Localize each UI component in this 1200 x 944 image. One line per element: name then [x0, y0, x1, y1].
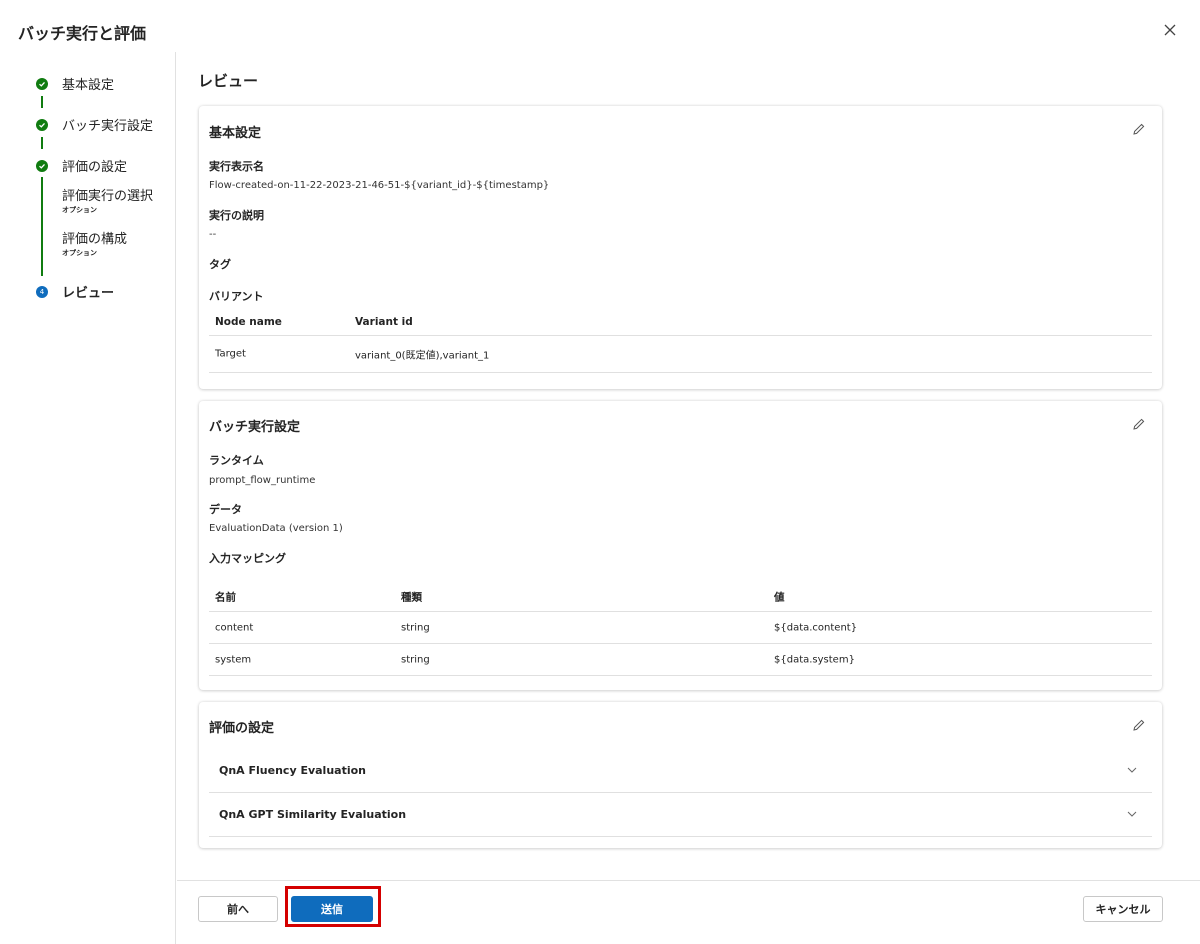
column-header: 種類	[401, 591, 422, 603]
step-label: レビュー	[62, 286, 115, 301]
eval-settings-card: 評価の設定 QnA Fluency Evaluation QnA GPT Sim…	[199, 702, 1162, 848]
basic-settings-card: 基本設定 実行表示名 Flow-created-on-11-22-2023-21…	[199, 106, 1162, 389]
page-title: レビュー	[198, 72, 259, 90]
cancel-button[interactable]: キャンセル	[1083, 896, 1163, 922]
step-review[interactable]: 4 レビュー	[36, 282, 114, 301]
back-button[interactable]: 前へ	[198, 896, 278, 922]
field-label: 実行表示名	[209, 160, 264, 173]
step-connector	[41, 177, 43, 276]
step-eval-settings[interactable]: 評価の設定	[36, 156, 127, 175]
runtime-value: prompt_flow_runtime	[209, 475, 316, 486]
step-connector	[41, 137, 43, 149]
substep-label: 評価実行の選択	[62, 189, 154, 204]
table-cell: Target	[215, 348, 246, 360]
field-label: バリアント	[209, 290, 264, 303]
field-label: データ	[209, 503, 242, 516]
accordion-item[interactable]: QnA GPT Similarity Evaluation	[209, 793, 1152, 837]
field-label: タグ	[209, 258, 231, 271]
field-label: ランタイム	[209, 454, 264, 467]
field-label: 実行の説明	[209, 209, 264, 222]
check-circle-icon	[36, 159, 48, 172]
card-title: 基本設定	[209, 126, 262, 141]
substep-select-eval[interactable]: 評価実行の選択 オプション	[62, 185, 153, 215]
table-row: content string ${data.content}	[209, 612, 1152, 644]
accordion-label: QnA GPT Similarity Evaluation	[219, 808, 407, 821]
card-title: 評価の設定	[209, 721, 275, 736]
pencil-icon[interactable]	[1132, 718, 1146, 732]
dialog-footer: 前へ 送信 キャンセル	[177, 880, 1200, 944]
data-value: EvaluationData (version 1)	[209, 523, 343, 534]
chevron-down-icon	[1127, 767, 1137, 773]
step-batch-settings[interactable]: バッチ実行設定	[36, 115, 153, 134]
table-header-row: 名前 種類 値	[209, 582, 1152, 612]
substep-label: 評価の構成	[62, 232, 128, 247]
card-title: バッチ実行設定	[209, 420, 301, 435]
step-connector	[41, 96, 43, 108]
column-header: 名前	[215, 591, 236, 603]
variants-table: Node name Variant id Target variant_0(既定…	[209, 309, 1152, 373]
table-cell: variant_0(既定値),variant_1	[355, 350, 490, 362]
table-cell: ${data.system}	[774, 654, 855, 665]
step-number-badge: 4	[36, 285, 48, 298]
column-header: 値	[774, 591, 785, 603]
step-label: バッチ実行設定	[62, 119, 154, 134]
check-circle-icon	[36, 118, 48, 131]
accordion-item[interactable]: QnA Fluency Evaluation	[209, 749, 1152, 793]
description-value: --	[209, 229, 217, 240]
optional-label: オプション	[62, 249, 97, 257]
step-basic-settings[interactable]: 基本設定	[36, 74, 114, 93]
pencil-icon[interactable]	[1132, 417, 1146, 431]
table-row: system string ${data.system}	[209, 644, 1152, 676]
input-mapping-table: 名前 種類 値 content string ${data.content} s…	[209, 582, 1152, 676]
optional-label: オプション	[62, 206, 97, 214]
table-cell: ${data.content}	[774, 622, 858, 633]
check-circle-icon	[36, 77, 48, 90]
pencil-icon[interactable]	[1132, 122, 1146, 136]
submit-button[interactable]: 送信	[291, 896, 373, 922]
table-cell: string	[401, 654, 430, 665]
display-name-value: Flow-created-on-11-22-2023-21-46-51-${va…	[209, 180, 550, 191]
accordion-label: QnA Fluency Evaluation	[219, 764, 367, 777]
column-header: Variant id	[355, 316, 413, 328]
table-cell: content	[215, 622, 254, 633]
field-label: 入力マッピング	[209, 552, 286, 565]
table-cell: string	[401, 622, 430, 633]
substep-configure-eval[interactable]: 評価の構成 オプション	[62, 228, 127, 258]
table-row: Target variant_0(既定値),variant_1	[209, 336, 1152, 373]
step-label: 基本設定	[62, 78, 115, 93]
chevron-down-icon	[1127, 811, 1137, 817]
step-label: 評価の設定	[62, 160, 128, 175]
table-cell: system	[215, 654, 252, 665]
dialog-title: バッチ実行と評価	[18, 24, 147, 43]
table-header-row: Node name Variant id	[209, 309, 1152, 336]
wizard-sidebar: 基本設定 バッチ実行設定 評価の設定 評価実行の選択 オプション 評価の構成 オ…	[0, 52, 176, 944]
close-icon[interactable]	[1162, 22, 1178, 38]
column-header: Node name	[215, 316, 282, 328]
batch-settings-card: バッチ実行設定 ランタイム prompt_flow_runtime データ Ev…	[199, 401, 1162, 690]
